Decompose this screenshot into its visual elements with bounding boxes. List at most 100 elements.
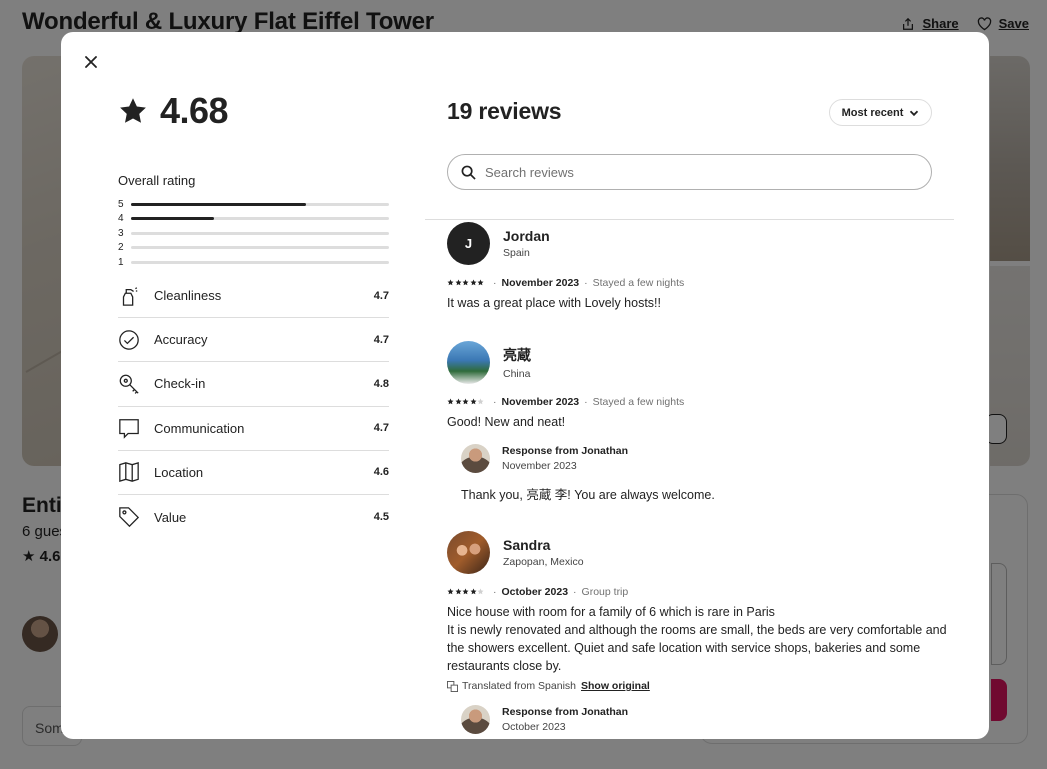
distribution-bar [131, 246, 389, 250]
star-icon [120, 98, 146, 123]
review-item: 亮蔵 China · November 2023 · Stayed a few … [447, 341, 947, 530]
category-row: Location 4.6 [118, 451, 389, 495]
star-icon [462, 586, 469, 598]
star-icon [477, 586, 484, 598]
reviewer-location: China [503, 368, 531, 380]
category-ratings: Cleanliness 4.7 Accuracy 4.7 Check-in 4.8 Comm… [118, 274, 389, 539]
reviews-modal: 4.68 Overall rating 5 4 3 2 1 Cleanliness 4.7… [61, 32, 989, 739]
avatar-letter: J [464, 236, 473, 251]
chevron-down-icon [910, 110, 919, 116]
separator-dot: · [493, 586, 497, 598]
show-original-link[interactable]: Show original [581, 680, 650, 692]
close-icon [85, 56, 97, 68]
category-row: Accuracy 4.7 [118, 318, 389, 363]
search-input[interactable] [485, 164, 905, 180]
distribution-row: 3 [118, 226, 389, 241]
separator-dot: · [493, 277, 497, 289]
category-value: 4.7 [373, 422, 389, 435]
category-value: 4.7 [373, 289, 389, 302]
distribution-stars: 2 [118, 242, 124, 254]
category-row: Cleanliness 4.7 [118, 274, 389, 319]
rating-distribution: 5 4 3 2 1 [118, 197, 389, 270]
separator-dot: · [584, 277, 588, 289]
category-row: Check-in 4.8 [118, 362, 389, 407]
response-text: Thank you, 亮蔵 李! You are always welcome. [461, 488, 715, 502]
host-response: Response from Jonathan October 2023 [461, 705, 947, 734]
distribution-fill [131, 202, 307, 206]
host-response: Response from Jonathan November 2023 Tha… [461, 444, 947, 503]
star-icon [469, 586, 477, 598]
separator-dot: · [584, 396, 588, 408]
translate-icon [447, 680, 458, 692]
reviewer-name[interactable]: Jordan [503, 228, 550, 244]
divider [425, 219, 954, 220]
tag-icon [118, 506, 140, 528]
category-label: Check-in [154, 376, 206, 392]
category-label: Value [154, 509, 187, 525]
translated-label: Translated from Spanish [462, 680, 576, 692]
distribution-fill [131, 217, 214, 221]
avatar[interactable] [447, 531, 490, 574]
stay-type: Stayed a few nights [592, 277, 685, 289]
key-icon [118, 373, 140, 395]
response-title: Response from Jonathan [502, 445, 629, 457]
search-icon [461, 165, 476, 180]
category-label: Cleanliness [154, 288, 222, 304]
sort-dropdown[interactable]: Most recent [829, 99, 932, 126]
category-label: Accuracy [154, 332, 208, 348]
distribution-stars: 4 [118, 213, 124, 225]
review-date: November 2023 [501, 396, 580, 408]
star-rating [447, 277, 484, 289]
star-rating [447, 586, 484, 598]
review-list: J Jordan Spain · November 2023 · Stayed … [447, 221, 947, 734]
reviewer-name[interactable]: 亮蔵 [503, 345, 531, 365]
reviewer-location: Zapopan, Mexico [503, 556, 584, 568]
chat-bubble-icon [118, 417, 140, 439]
host-avatar[interactable] [461, 705, 490, 734]
category-label: Location [154, 464, 204, 480]
category-row: Communication 4.7 [118, 407, 389, 451]
star-icon [447, 396, 454, 408]
star-icon [462, 277, 469, 289]
distribution-stars: 3 [118, 227, 124, 239]
star-icon [454, 396, 462, 408]
star-rating [447, 396, 484, 408]
check-circle-icon [118, 329, 140, 351]
distribution-row: 4 [118, 212, 389, 227]
overall-score-value: 4.68 [160, 90, 229, 131]
category-label: Communication [154, 420, 245, 436]
avatar[interactable] [447, 341, 490, 384]
reviewer-name[interactable]: Sandra [503, 537, 584, 553]
review-text: Good! New and neat! [447, 415, 566, 429]
review-date: November 2023 [501, 277, 580, 289]
distribution-stars: 1 [118, 256, 124, 268]
star-icon [447, 586, 454, 598]
close-button[interactable] [79, 50, 103, 74]
review-text: It was a great place with Lovely hosts!! [447, 296, 661, 310]
distribution-row: 1 [118, 255, 389, 270]
category-value: 4.8 [373, 377, 389, 390]
review-item: Sandra Zapopan, Mexico · October 2023 · … [447, 531, 947, 734]
distribution-stars: 5 [118, 198, 124, 210]
spray-bottle-icon [118, 285, 140, 307]
review-count: 19 reviews [447, 98, 562, 124]
star-icon [454, 586, 462, 598]
map-icon [118, 461, 140, 483]
response-title: Response from Jonathan [502, 706, 629, 718]
distribution-bar [131, 260, 389, 264]
distribution-row: 5 [118, 197, 389, 212]
star-icon [477, 396, 484, 408]
distribution-row: 2 [118, 241, 389, 256]
review-text: It is newly renovated and although the r… [447, 623, 947, 673]
review-date: October 2023 [501, 586, 569, 598]
response-date: November 2023 [502, 460, 577, 472]
host-avatar[interactable] [461, 444, 490, 473]
avatar[interactable]: J [447, 222, 490, 265]
response-date: October 2023 [502, 721, 566, 733]
star-icon [469, 396, 477, 408]
separator-dot: · [493, 396, 497, 408]
star-icon [462, 396, 469, 408]
star-icon [477, 277, 484, 289]
star-icon [454, 277, 462, 289]
distribution-bar [131, 202, 389, 206]
